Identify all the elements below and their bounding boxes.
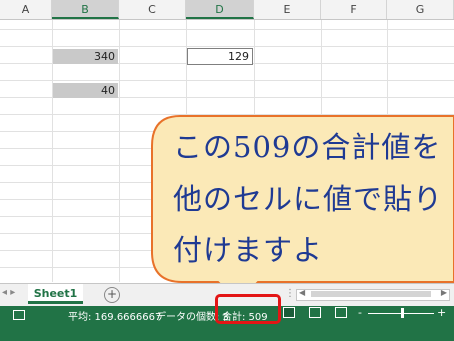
zoom-in-button[interactable]: + bbox=[437, 306, 446, 319]
column-header-f[interactable]: F bbox=[321, 0, 387, 19]
cell-d-129[interactable]: 129 bbox=[187, 48, 253, 65]
horizontal-scrollbar[interactable]: ◀ ▶ bbox=[296, 288, 450, 301]
zoom-out-button[interactable]: - bbox=[358, 306, 362, 319]
status-bar: 平均: 169.6666667 データの個数: 3 合計: 509 - + bbox=[0, 294, 454, 341]
page-layout-view-icon[interactable] bbox=[309, 307, 321, 318]
scroll-left-icon[interactable]: ◀ bbox=[299, 288, 305, 297]
sheet-tab-sheet1[interactable]: Sheet1 bbox=[28, 284, 83, 304]
tab-splitter-icon[interactable]: ⋮ bbox=[285, 288, 295, 299]
column-header-b[interactable]: B bbox=[52, 0, 119, 19]
zoom-slider-thumb[interactable] bbox=[401, 308, 404, 318]
sheet-nav-arrows-icon[interactable]: ◂ ▸ bbox=[2, 287, 15, 298]
column-header-a[interactable]: A bbox=[0, 0, 52, 19]
cell-b-340[interactable]: 340 bbox=[53, 49, 118, 64]
sum-highlight-box bbox=[215, 294, 281, 324]
column-header-bar: A B C D E F G bbox=[0, 0, 454, 20]
normal-view-icon[interactable] bbox=[283, 307, 295, 318]
macro-record-icon[interactable] bbox=[13, 310, 25, 320]
worksheet-grid[interactable]: 340 129 40 bbox=[0, 20, 454, 282]
column-header-e[interactable]: E bbox=[254, 0, 321, 19]
column-header-d[interactable]: D bbox=[186, 0, 254, 19]
column-header-g[interactable]: G bbox=[387, 0, 454, 19]
add-sheet-button[interactable]: + bbox=[104, 287, 120, 303]
column-header-c[interactable]: C bbox=[119, 0, 186, 19]
page-break-preview-icon[interactable] bbox=[335, 307, 347, 318]
cell-b-40[interactable]: 40 bbox=[53, 83, 118, 98]
scrollbar-thumb[interactable] bbox=[311, 291, 431, 297]
scroll-right-icon[interactable]: ▶ bbox=[441, 288, 447, 297]
status-average: 平均: 169.6666667 bbox=[68, 312, 162, 323]
